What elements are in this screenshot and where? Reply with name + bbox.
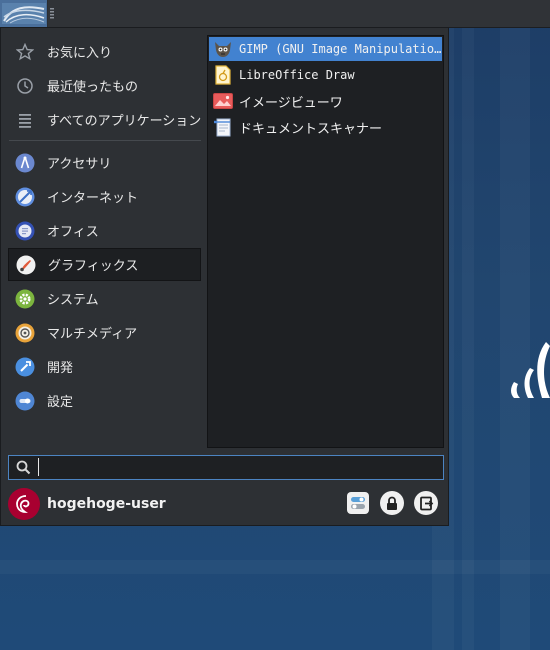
globe-icon [15,187,35,207]
settings-manager-icon [351,497,365,509]
category-separator [9,140,201,141]
desktop-stripe [462,27,474,650]
application-menu: お気に入り 最近使ったもの すべてのアプリケーション アクセサリ インターネット… [0,27,449,526]
category-label: インターネット [47,191,139,206]
lock-screen-button[interactable] [380,491,404,515]
category-graphics[interactable]: グラフィックス [8,248,201,281]
search-input[interactable] [38,458,439,476]
category-office[interactable]: オフィス [8,214,201,247]
graphics-icon [16,255,36,275]
category-system[interactable]: システム [8,282,201,315]
settings-icon [15,391,35,411]
multimedia-icon [15,323,35,343]
document-scanner-icon [213,117,233,137]
category-all-applications[interactable]: すべてのアプリケーション [8,103,201,136]
category-label: アクセサリ [47,157,112,172]
logout-button[interactable] [414,491,438,515]
logout-icon [419,496,433,510]
xfce-whisker-icon [2,3,46,24]
app-label: イメージビューワ [239,95,343,111]
system-gear-icon [15,289,35,309]
user-name: hogehoge-user [47,496,166,512]
category-label: 最近使ったもの [47,80,139,95]
avatar [8,488,40,520]
category-label: お気に入り [47,46,113,61]
desktop-wallpaper-logo-icon [511,342,550,398]
category-settings[interactable]: 設定 [8,384,201,417]
category-favorites[interactable]: お気に入り [8,35,201,68]
search-icon [16,460,31,475]
top-panel [0,0,550,28]
category-label: 開発 [47,361,74,376]
app-label: LibreOffice Draw [239,68,355,82]
category-development[interactable]: 開発 [8,350,201,383]
category-recent[interactable]: 最近使ったもの [8,69,201,102]
category-label: システム [47,293,99,308]
app-item-image-viewer[interactable]: イメージビューワ [209,89,442,113]
category-label: すべてのアプリケーション [47,114,202,129]
app-item-gimp[interactable]: GIMP (GNU Image Manipulation Program) [209,37,442,61]
desktop-stripe [0,560,550,574]
star-icon [15,42,35,62]
lock-icon [387,496,397,510]
app-label: ドキュメントスキャナー [239,121,383,137]
accessories-icon [15,153,35,173]
app-item-libreoffice-draw[interactable]: LibreOffice Draw [209,63,442,87]
category-label: グラフィックス [48,259,139,274]
debian-swirl-icon [16,495,30,513]
office-icon [15,221,35,241]
gimp-icon [213,39,233,59]
image-viewer-icon [213,91,233,111]
category-label: マルチメディア [47,327,138,342]
category-internet[interactable]: インターネット [8,180,201,213]
category-multimedia[interactable]: マルチメディア [8,316,201,349]
whisker-menu-button[interactable] [0,0,48,27]
app-item-document-scanner[interactable]: ドキュメントスキャナー [209,115,442,139]
settings-manager-button[interactable] [347,492,369,514]
search-box[interactable] [8,455,444,480]
clock-icon [15,76,35,96]
list-icon [15,110,35,130]
development-icon [15,357,35,377]
user-info: hogehoge-user [8,487,166,521]
app-label: GIMP (GNU Image Manipulation Program) [239,42,442,56]
category-label: オフィス [47,225,99,240]
libreoffice-draw-icon [213,65,233,85]
category-label: 設定 [47,395,74,410]
drag-handle-icon[interactable] [50,8,54,19]
category-accessories[interactable]: アクセサリ [8,146,201,179]
application-list: GIMP (GNU Image Manipulation Program) Li… [207,35,444,448]
